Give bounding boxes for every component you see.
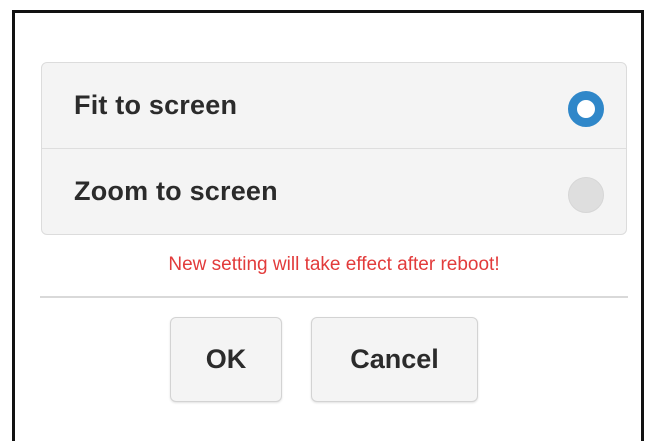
ok-button[interactable]: OK: [170, 317, 282, 402]
option-fit-to-screen-label: Fit to screen: [74, 90, 238, 120]
radio-unchecked-icon[interactable]: [568, 177, 604, 213]
option-zoom-to-screen-label: Zoom to screen: [74, 176, 278, 206]
reboot-notice: New setting will take effect after reboo…: [168, 254, 500, 275]
cancel-button[interactable]: Cancel: [311, 317, 478, 402]
option-fit-to-screen[interactable]: Fit to screen: [42, 63, 626, 149]
radio-checked-icon[interactable]: [568, 91, 604, 127]
divider: [40, 296, 628, 298]
option-zoom-to-screen[interactable]: Zoom to screen: [42, 149, 626, 234]
display-mode-options: Fit to screen Zoom to screen: [41, 62, 627, 235]
